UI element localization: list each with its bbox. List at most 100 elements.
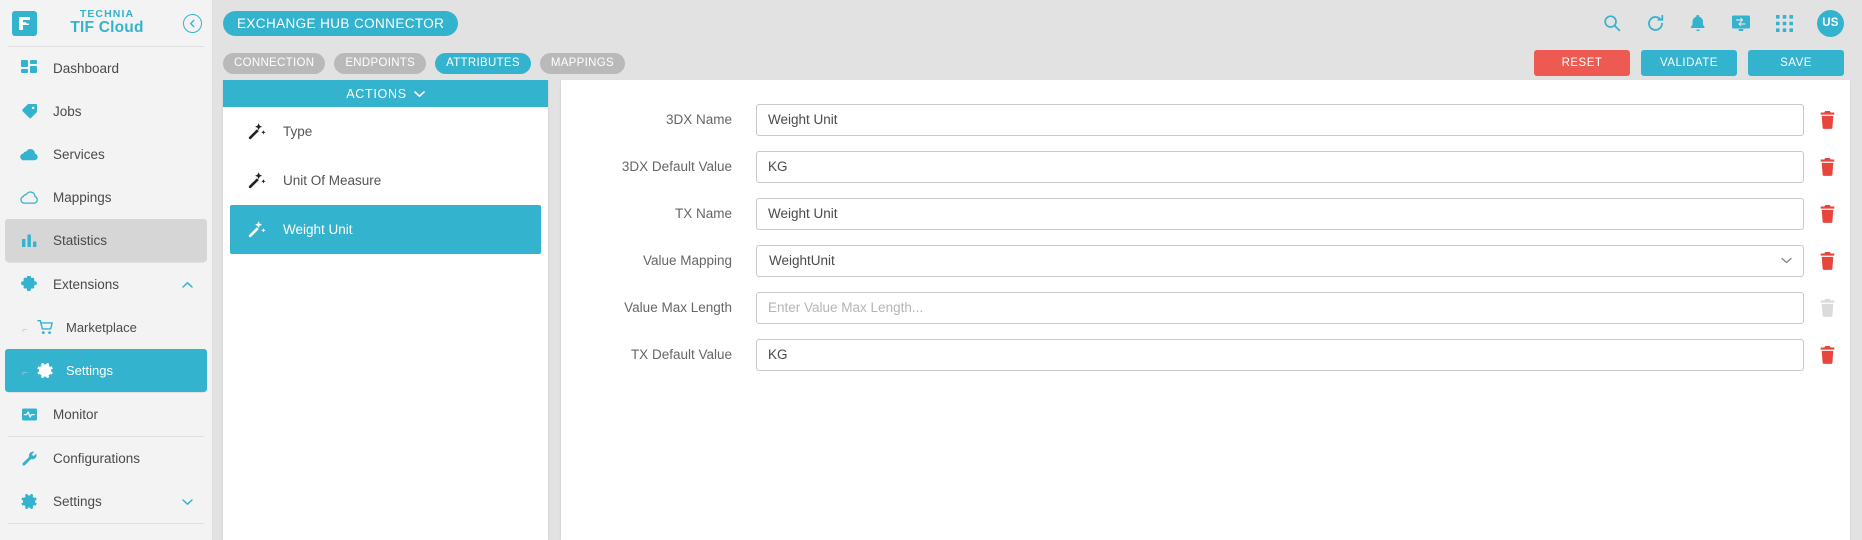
grid-apps-icon[interactable] <box>1774 13 1794 33</box>
avatar[interactable]: US <box>1817 9 1844 37</box>
tree-connector-icon: ⌐ <box>22 368 29 379</box>
sidebar-item-label: Mappings <box>53 190 112 205</box>
sidebar-item-statistics[interactable]: Statistics <box>5 219 207 262</box>
puzzle-icon <box>19 275 39 295</box>
wand-icon <box>247 220 266 239</box>
actions-header-label: ACTIONS <box>346 86 407 101</box>
brand-product: TIF Cloud <box>70 19 144 37</box>
header-icon-group: US <box>1602 9 1844 37</box>
sidebar-item-configurations[interactable]: Configurations <box>5 437 207 480</box>
validate-button[interactable]: VALIDATE <box>1641 50 1737 76</box>
action-item-label: Weight Unit <box>283 222 353 237</box>
sidebar-item-marketplace[interactable]: ⌐ Marketplace <box>5 306 207 349</box>
cloud-filled-icon <box>19 145 39 165</box>
tab-attributes[interactable]: ATTRIBUTES <box>435 52 531 74</box>
form-row-3dx-name: 3DX Name <box>561 96 1850 143</box>
tab-connection[interactable]: CONNECTION <box>223 52 326 74</box>
tx-name-input[interactable] <box>756 197 1804 230</box>
value-max-length-input[interactable] <box>756 291 1804 324</box>
field-wrapper <box>756 244 1804 277</box>
form-row-tx-name: TX Name <box>561 190 1850 237</box>
bar-chart-icon <box>19 231 39 251</box>
delete-row-button[interactable] <box>1804 251 1850 270</box>
form-row-3dx-default-value: 3DX Default Value <box>561 143 1850 190</box>
field-label: Value Mapping <box>642 253 732 268</box>
wand-icon <box>247 171 266 190</box>
action-item-label: Type <box>283 124 313 139</box>
toolbar-buttons: RESET VALIDATE SAVE <box>1534 50 1844 76</box>
tree-connector-icon: ⌐ <box>22 325 29 336</box>
value-mapping-select[interactable] <box>756 244 1804 277</box>
chevron-down-icon <box>182 498 193 506</box>
field-label: TX Default Value <box>630 347 732 362</box>
main-area: EXCHANGE HUB CONNECTOR US CONNECTION END… <box>213 0 1862 540</box>
delete-row-button[interactable] <box>1804 157 1850 176</box>
monitor-pulse-icon <box>19 405 39 425</box>
brand-text: TECHNIA TIF Cloud <box>31 9 183 36</box>
tx-default-value-input[interactable] <box>756 338 1804 371</box>
form-row-value-mapping: Value Mapping <box>561 237 1850 284</box>
sidebar-item-monitor[interactable]: Monitor <box>5 393 207 436</box>
cart-icon <box>35 318 55 338</box>
wrench-icon <box>19 449 39 469</box>
field-label: TX Name <box>674 206 732 221</box>
action-item-unit-of-measure[interactable]: Unit Of Measure <box>230 156 541 205</box>
sidebar-item-label: Settings <box>53 494 102 509</box>
delete-row-button[interactable] <box>1804 298 1850 317</box>
tag-icon <box>19 102 39 122</box>
sidebar-item-jobs[interactable]: Jobs <box>5 90 207 133</box>
reset-button[interactable]: RESET <box>1534 50 1630 76</box>
field-label: Value Max Length <box>624 300 732 315</box>
sidebar: TECHNIA TIF Cloud Dashboard Jobs Service… <box>0 0 213 540</box>
brand-header: TECHNIA TIF Cloud <box>0 0 212 46</box>
field-wrapper <box>756 338 1804 371</box>
divider <box>8 523 204 524</box>
sidebar-item-label: Statistics <box>53 233 108 248</box>
top-header: EXCHANGE HUB CONNECTOR US <box>213 0 1862 46</box>
form-row-tx-default-value: TX Default Value <box>561 331 1850 378</box>
console-icon[interactable] <box>1731 13 1751 33</box>
sidebar-item-label: Extensions <box>53 277 120 292</box>
sidebar-item-dashboard[interactable]: Dashboard <box>5 47 207 90</box>
gear-icon <box>19 492 39 512</box>
action-item-label: Unit Of Measure <box>283 173 382 188</box>
sidebar-item-label: Settings <box>66 363 113 378</box>
field-label: 3DX Name <box>665 112 732 127</box>
cloud-outline-icon <box>19 188 39 208</box>
sidebar-item-mappings[interactable]: Mappings <box>5 176 207 219</box>
attribute-form: 3DX Name 3DX Default Value <box>561 80 1850 540</box>
action-item-type[interactable]: Type <box>230 107 541 156</box>
delete-row-button[interactable] <box>1804 345 1850 364</box>
field-wrapper <box>756 291 1804 324</box>
sidebar-item-label: Services <box>53 147 105 162</box>
chevron-down-icon <box>413 90 425 98</box>
delete-row-button[interactable] <box>1804 110 1850 129</box>
tab-bar: CONNECTION ENDPOINTS ATTRIBUTES MAPPINGS… <box>213 46 1862 80</box>
delete-row-button[interactable] <box>1804 204 1850 223</box>
tab-endpoints[interactable]: ENDPOINTS <box>334 52 427 74</box>
3dx-name-input[interactable] <box>756 103 1804 136</box>
sidebar-item-label: Jobs <box>53 104 82 119</box>
sidebar-item-label: Configurations <box>53 451 141 466</box>
save-button[interactable]: SAVE <box>1748 50 1844 76</box>
sidebar-item-label: Marketplace <box>66 320 137 335</box>
collapse-left-icon[interactable] <box>183 13 202 33</box>
actions-header[interactable]: ACTIONS <box>223 80 548 107</box>
chevron-up-icon <box>182 281 193 289</box>
sidebar-item-label: Dashboard <box>53 61 120 76</box>
bell-icon[interactable] <box>1688 13 1708 33</box>
search-icon[interactable] <box>1602 13 1622 33</box>
sidebar-item-services[interactable]: Services <box>5 133 207 176</box>
content-area: ACTIONS Type Unit Of Measure Weight Unit… <box>213 80 1862 540</box>
actions-panel: ACTIONS Type Unit Of Measure Weight Unit <box>223 80 548 540</box>
sidebar-item-settings[interactable]: Settings <box>5 480 207 523</box>
wand-icon <box>247 122 266 141</box>
sidebar-item-settings-extensions[interactable]: ⌐ Settings <box>5 349 207 392</box>
action-item-weight-unit[interactable]: Weight Unit <box>230 205 541 254</box>
field-label: 3DX Default Value <box>621 159 732 174</box>
refresh-icon[interactable] <box>1645 13 1665 33</box>
3dx-default-value-input[interactable] <box>756 150 1804 183</box>
page-title: EXCHANGE HUB CONNECTOR <box>223 10 459 36</box>
tab-mappings[interactable]: MAPPINGS <box>539 52 625 74</box>
sidebar-item-extensions[interactable]: Extensions <box>5 263 207 306</box>
